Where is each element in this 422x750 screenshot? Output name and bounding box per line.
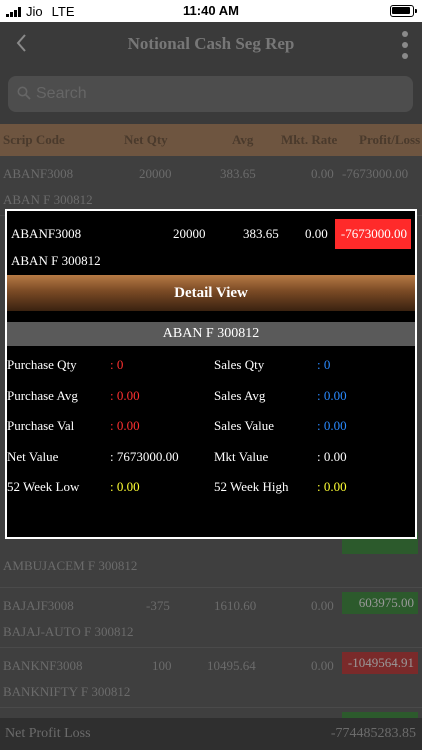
col-net-qty: Net Qty	[124, 132, 168, 147]
week52-low-label: 52 Week Low	[7, 479, 80, 494]
popup-pl: -7673000.00	[335, 219, 411, 249]
row-pl: 603975.00	[342, 592, 418, 614]
detail-popup: ABANF3008 20000 383.65 0.00 -7673000.00 …	[5, 209, 417, 539]
table-row-partial[interactable]	[0, 708, 422, 718]
purchase-avg-value: : 0.00	[110, 388, 140, 403]
popup-code: ABANF3008	[11, 226, 82, 241]
col-scrip-code: Scrip Code	[3, 132, 65, 147]
sales-value-label: Sales Value	[214, 418, 275, 433]
popup-avg: 383.65	[243, 226, 279, 241]
mkt-value-label: Mkt Value	[214, 449, 269, 464]
detail-row: Purchase Val : 0.00 Sales Value : 0.00	[7, 418, 415, 438]
row-mkt: 0.00	[311, 598, 334, 613]
purchase-val-value: : 0.00	[110, 418, 140, 433]
col-avg: Avg	[232, 132, 254, 147]
popup-mkt: 0.00	[305, 226, 328, 241]
purchase-val-label: Purchase Val	[7, 418, 75, 433]
net-value-label: Net Value	[7, 449, 59, 464]
more-options-icon[interactable]	[400, 31, 410, 59]
purchase-qty-value: : 0	[110, 357, 124, 372]
sales-value-value: : 0.00	[317, 418, 347, 433]
col-mkt-rate: Mkt. Rate	[281, 132, 338, 147]
row-avg: 383.65	[220, 166, 256, 181]
row-pl: -1049564.91	[342, 652, 418, 674]
app-header: Notional Cash Seg Rep	[0, 22, 422, 68]
row-avg: 10495.64	[207, 658, 256, 673]
sales-avg-label: Sales Avg	[214, 388, 266, 403]
status-time: 11:40 AM	[183, 3, 239, 18]
battery-icon	[390, 5, 417, 17]
table-row[interactable]: BANKNF3008 100 10495.64 0.00 -1049564.91…	[0, 648, 422, 708]
week52-high-label: 52 Week High	[214, 479, 289, 494]
table-header: Scrip Code Net Qty Avg Mkt. Rate Profit/…	[0, 124, 422, 156]
net-profit-label: Net Profit Loss	[5, 726, 91, 741]
row-avg: 1610.60	[214, 598, 257, 613]
purchase-qty-label: Purchase Qty	[7, 357, 77, 372]
table-row[interactable]: BAJAJF3008 -375 1610.60 0.00 603975.00 B…	[0, 588, 422, 648]
row-code: BAJAJF3008	[3, 598, 74, 613]
mkt-value-value: : 0.00	[317, 449, 347, 464]
table-row[interactable]: ABANF3008 20000 383.65 0.00 -7673000.00 …	[0, 156, 422, 216]
popup-sub-title: ABAN F 300812	[7, 322, 415, 346]
detail-view-button[interactable]: Detail View	[7, 275, 415, 311]
detail-row: Net Value : 7673000.00 Mkt Value : 0.00	[7, 449, 415, 469]
search-box	[8, 76, 413, 112]
row-name: AMBUJACEM F 300812	[3, 558, 138, 573]
net-profit-footer: Net Profit Loss -774485283.85	[0, 718, 422, 750]
sales-qty-label: Sales Qty	[214, 357, 265, 372]
row-code: BANKNF3008	[3, 658, 83, 673]
row-qty: 20000	[139, 166, 172, 181]
search-bar	[0, 68, 422, 124]
popup-summary-row: ABANF3008 20000 383.65 0.00 -7673000.00 …	[7, 211, 415, 275]
row-mkt: 0.00	[311, 166, 334, 181]
purchase-avg-label: Purchase Avg	[7, 388, 78, 403]
row-mkt: 0.00	[311, 658, 334, 673]
sales-qty-value: : 0	[317, 357, 331, 372]
status-bar: Jio LTE 11:40 AM	[0, 0, 422, 22]
row-qty: -375	[146, 598, 170, 613]
net-profit-value: -774485283.85	[330, 726, 416, 741]
row-name: BANKNIFTY F 300812	[3, 684, 131, 699]
row-code: ABANF3008	[3, 166, 74, 181]
page-title: Notional Cash Seg Rep	[127, 34, 295, 53]
detail-row: 52 Week Low : 0.00 52 Week High : 0.00	[7, 479, 415, 499]
sales-avg-value: : 0.00	[317, 388, 347, 403]
search-input[interactable]	[36, 76, 396, 112]
week52-low-value: : 0.00	[110, 479, 140, 494]
net-value-value: : 7673000.00	[110, 449, 179, 464]
search-icon	[17, 86, 31, 100]
detail-row: Purchase Avg : 0.00 Sales Avg : 0.00	[7, 388, 415, 408]
row-pl: -7673000.00	[342, 166, 409, 181]
row-qty: 100	[152, 658, 172, 673]
detail-row: Purchase Qty : 0 Sales Qty : 0	[7, 357, 415, 377]
week52-high-value: : 0.00	[317, 479, 347, 494]
row-name: BAJAJ-AUTO F 300812	[3, 624, 134, 639]
popup-qty: 20000	[173, 226, 206, 241]
row-name: ABAN F 300812	[3, 192, 93, 207]
popup-name: ABAN F 300812	[11, 253, 101, 268]
col-profit-loss: Profit/Loss	[359, 132, 421, 147]
